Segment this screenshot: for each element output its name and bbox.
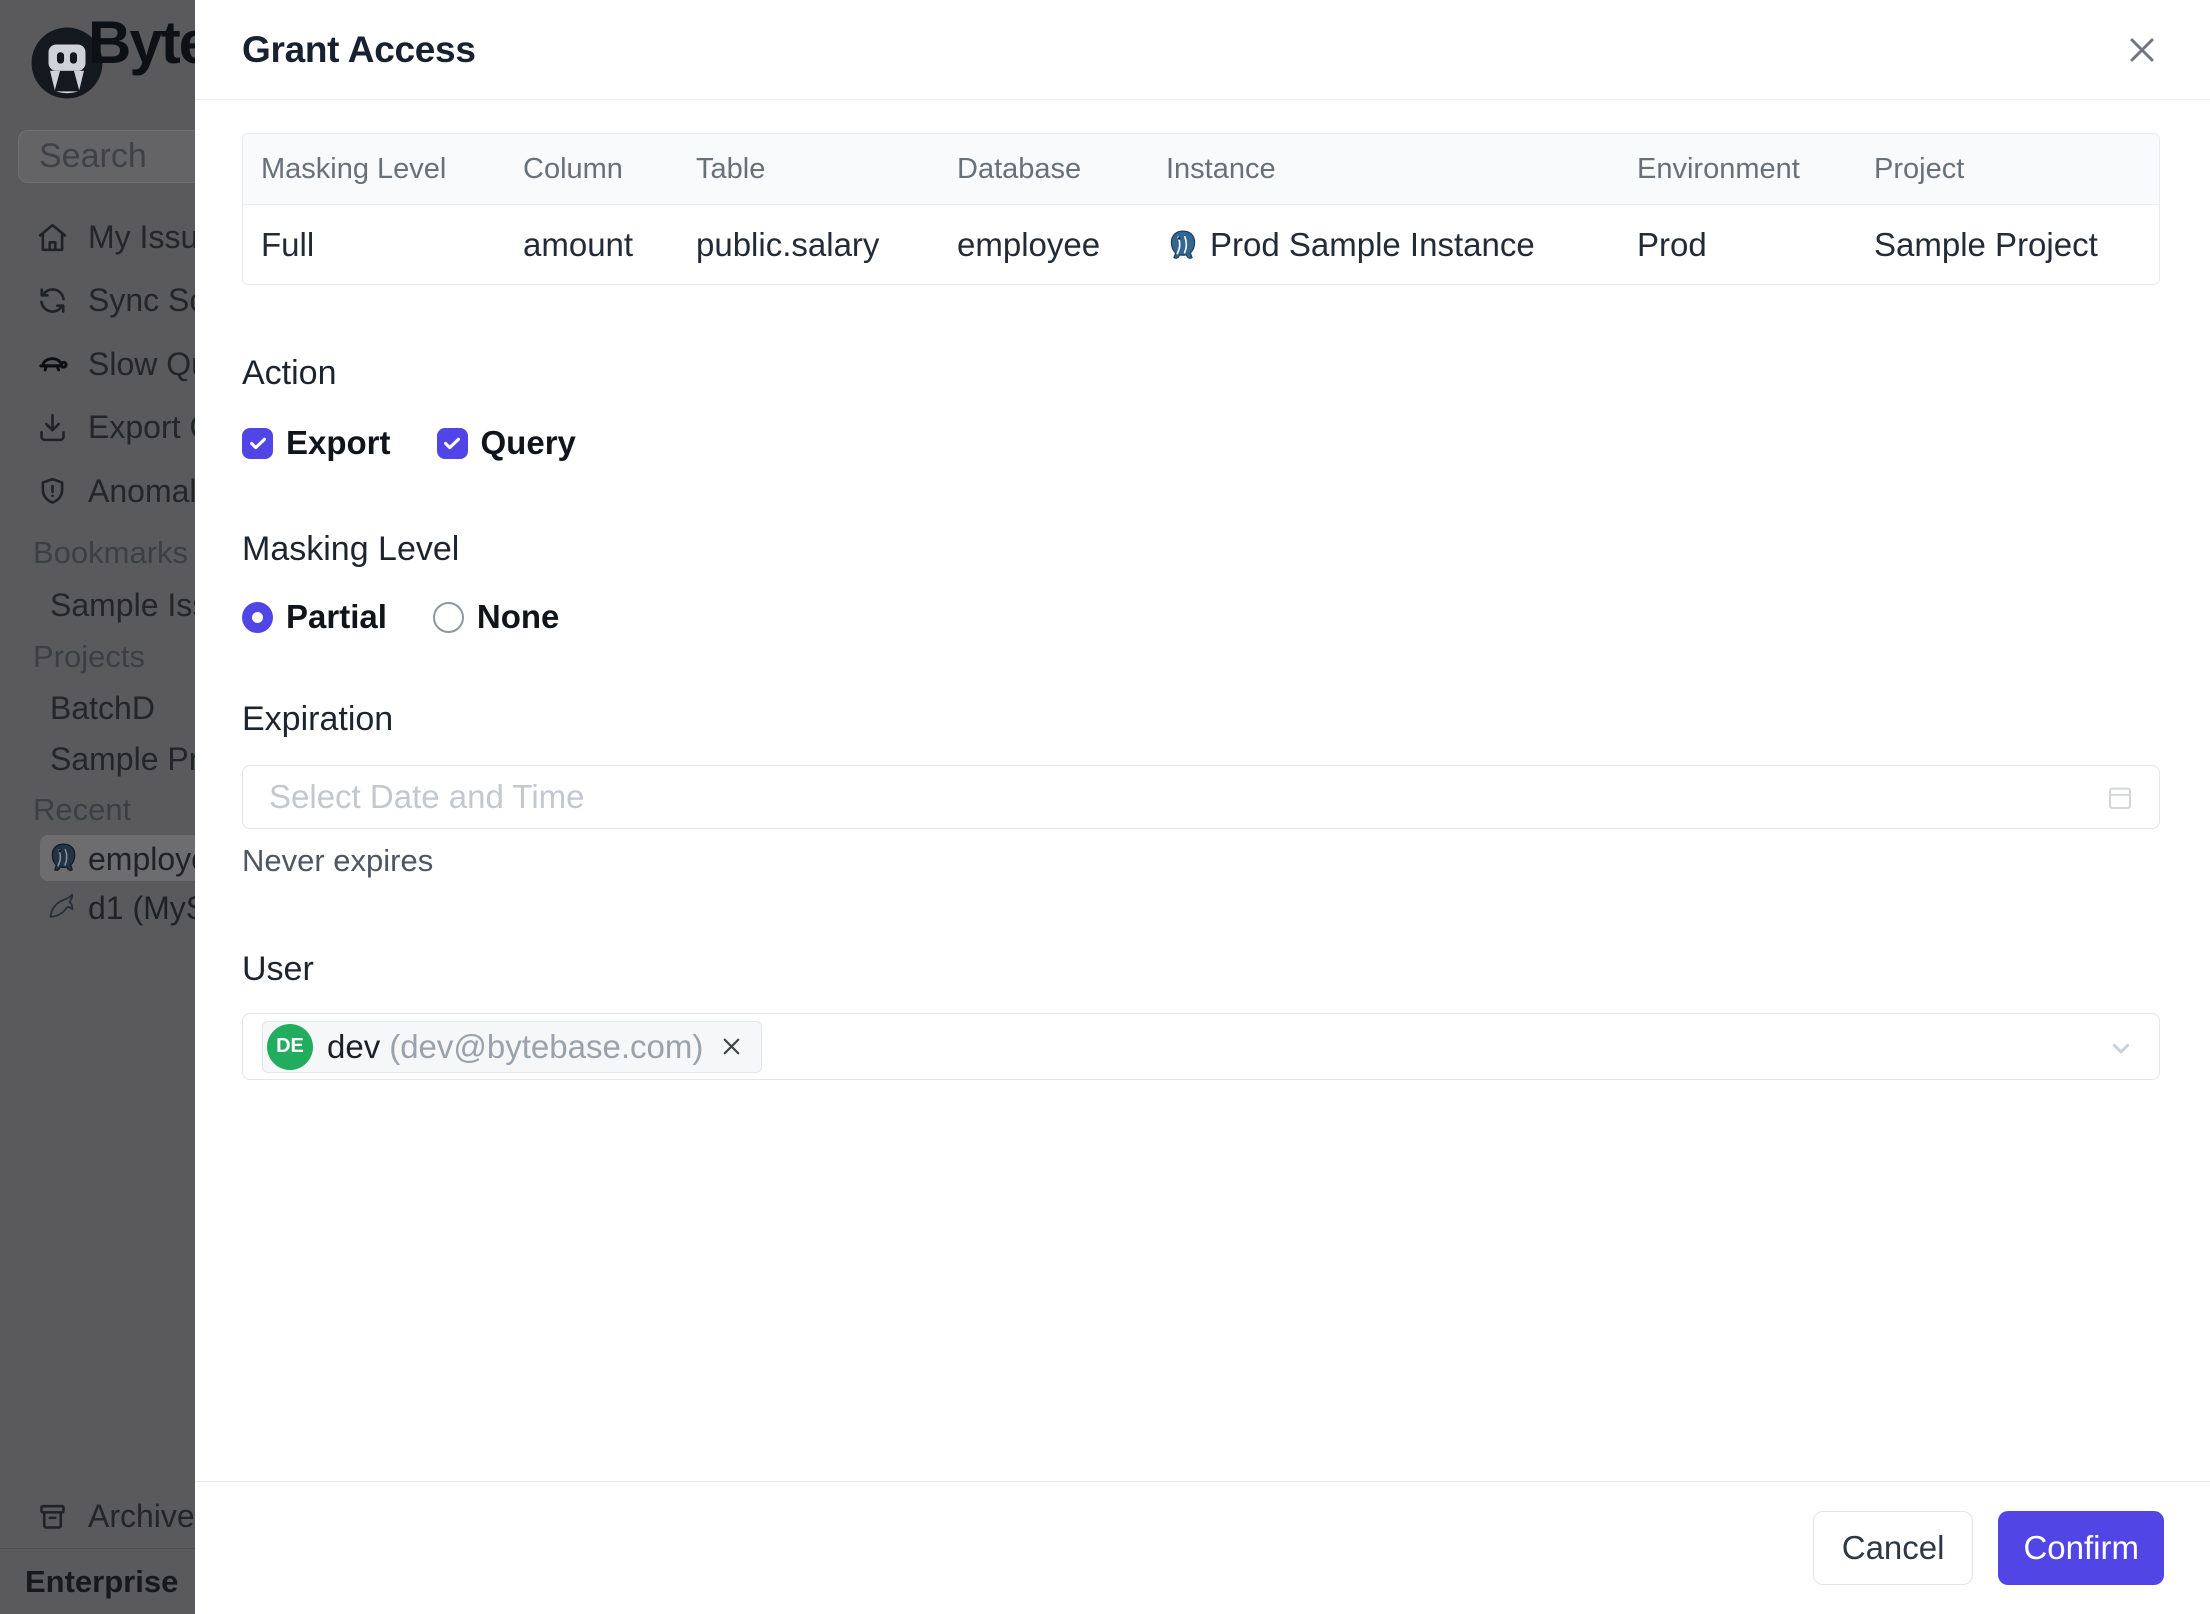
user-email: (dev@bytebase.com) — [389, 1027, 704, 1065]
masking-level-heading: Masking Level — [242, 530, 460, 568]
shield-icon — [41, 477, 64, 504]
date-placeholder: Select Date and Time — [269, 778, 585, 815]
modal-footer: Cancel Confirm — [195, 1481, 2210, 1614]
sidebar-item-anomaly-center[interactable]: Anomaly Center — [0, 467, 195, 515]
search-input[interactable]: Search — [18, 130, 195, 183]
sidebar-item-export-center[interactable]: Export Center — [0, 403, 195, 451]
action-heading: Action — [242, 354, 337, 392]
home-icon — [38, 223, 67, 251]
sidebar-item-sync-schema[interactable]: Sync Schema — [0, 276, 195, 324]
modal-header: Grant Access — [195, 0, 2210, 100]
cell-database: employee — [957, 225, 1101, 263]
grant-table-header: Masking Level Column Table Database Inst… — [243, 134, 2159, 204]
archive-icon — [40, 1504, 65, 1529]
grant-access-modal: Grant Access Masking Level Column Table … — [195, 0, 2210, 1614]
query-checkbox[interactable]: Query — [436, 424, 576, 462]
sidebar-item-my-issues[interactable]: My Issues — [0, 213, 195, 261]
expiration-helper: Never expires — [242, 843, 434, 878]
expiration-heading: Expiration — [242, 700, 394, 738]
cell-masking-level: Full — [261, 225, 315, 263]
user-heading: User — [242, 950, 314, 988]
grant-table: Masking Level Column Table Database Inst… — [242, 133, 2160, 285]
action-options: Export Query — [242, 421, 2160, 465]
radio-unselected — [432, 601, 464, 633]
postgres-icon — [51, 843, 76, 871]
modal-body: Masking Level Column Table Database Inst… — [195, 100, 2210, 1080]
section-recent: Recent — [33, 792, 132, 827]
check-icon — [249, 437, 266, 450]
radio-selected — [242, 601, 273, 633]
section-projects: Projects — [33, 639, 145, 674]
avatar: DE — [267, 1023, 313, 1070]
chevron-down-icon[interactable] — [2105, 1032, 2137, 1064]
table-row: Full amount public.salary employee Prod … — [243, 204, 2159, 284]
search-placeholder: Search — [39, 137, 147, 175]
cell-project: Sample Project — [1874, 225, 2098, 263]
sidebar: Bytebase Search My Issues Sync Schema Sl… — [0, 0, 195, 1614]
check-icon — [444, 437, 460, 450]
export-checkbox[interactable]: Export — [242, 424, 391, 462]
checkbox-checked — [436, 427, 468, 459]
sidebar-divider — [0, 1548, 195, 1549]
confirm-button[interactable]: Confirm — [1998, 1511, 2164, 1585]
sidebar-item-archive[interactable]: Archive — [0, 1492, 195, 1540]
brand-name: Bytebase — [88, 9, 195, 76]
cell-instance: Prod Sample Instance — [1166, 226, 1637, 264]
close-icon[interactable] — [2122, 30, 2162, 70]
download-icon — [40, 413, 65, 441]
sidebar-item-db-employee[interactable]: employee — [40, 835, 195, 881]
cell-table: public.salary — [696, 225, 880, 263]
modal-title: Grant Access — [242, 28, 476, 70]
mysql-icon — [49, 893, 74, 918]
none-radio[interactable]: None — [432, 598, 559, 636]
sidebar-item-db-d1[interactable]: d1 (MySQL) — [40, 884, 195, 930]
masking-level-options: Partial None — [242, 595, 2160, 639]
cell-column: amount — [523, 225, 634, 263]
section-bookmarks: Bookmarks — [33, 535, 189, 570]
partial-radio[interactable]: Partial — [242, 598, 387, 636]
remove-user-icon[interactable] — [718, 1033, 745, 1060]
cancel-button[interactable]: Cancel — [1812, 1511, 1974, 1585]
checkbox-checked — [242, 427, 273, 459]
user-tag: DE dev (dev@bytebase.com) — [262, 1020, 763, 1073]
calendar-icon — [2109, 787, 2131, 809]
user-select[interactable]: DE dev (dev@bytebase.com) — [242, 1013, 2160, 1080]
plan-badge: Enterprise — [25, 1564, 179, 1599]
cell-environment: Prod — [1637, 225, 1707, 263]
sync-icon — [40, 287, 65, 313]
sidebar-item-project-batchd[interactable]: BatchD — [50, 690, 155, 727]
postgres-icon — [1170, 230, 1196, 259]
user-name: dev — [327, 1027, 381, 1065]
turtle-icon — [39, 356, 68, 371]
sidebar-item-project-sample[interactable]: Sample Project — [50, 741, 195, 778]
expiration-date-input[interactable]: Select Date and Time — [242, 765, 2160, 829]
sidebar-item-sample-issue[interactable]: Sample Issue — [50, 587, 195, 624]
sidebar-item-slow-query[interactable]: Slow Query — [0, 340, 195, 388]
